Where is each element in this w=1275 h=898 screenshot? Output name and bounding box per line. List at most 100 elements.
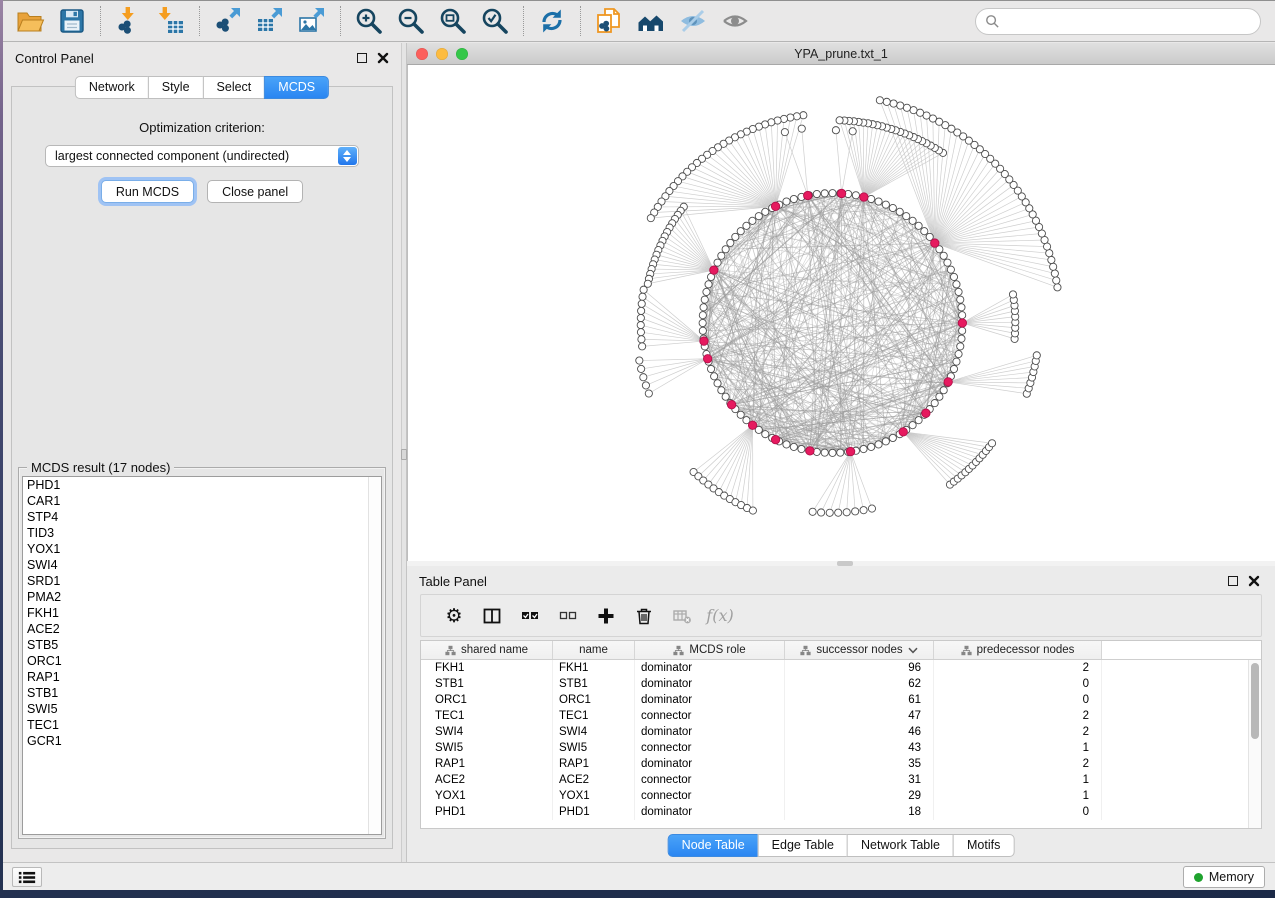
first-neighbors-button[interactable] bbox=[630, 3, 672, 39]
open-file-button[interactable] bbox=[9, 3, 51, 39]
column-header-name[interactable]: name bbox=[553, 641, 635, 659]
import-network-button[interactable] bbox=[108, 3, 150, 39]
table-row[interactable]: ACE2ACE2connector311 bbox=[421, 772, 1248, 788]
zoom-out-button[interactable] bbox=[390, 3, 432, 39]
mcds-result-item[interactable]: STB1 bbox=[23, 685, 381, 701]
mcds-result-item[interactable]: GCR1 bbox=[23, 733, 381, 749]
zoom-selected-button[interactable] bbox=[474, 3, 516, 39]
table-cell[interactable]: ACE2 bbox=[553, 772, 635, 788]
refresh-layout-button[interactable] bbox=[531, 3, 573, 39]
table-cell[interactable]: 2 bbox=[934, 756, 1102, 772]
table-cell[interactable]: FKH1 bbox=[553, 660, 635, 676]
table-cell[interactable]: FKH1 bbox=[421, 660, 553, 676]
mcds-result-item[interactable]: TEC1 bbox=[23, 717, 381, 733]
table-cell[interactable]: connector bbox=[635, 708, 785, 724]
mcds-result-item[interactable]: YOX1 bbox=[23, 541, 381, 557]
table-row[interactable]: STB1STB1dominator620 bbox=[421, 676, 1248, 692]
table-row[interactable]: FKH1FKH1dominator962 bbox=[421, 660, 1248, 676]
table-cell[interactable]: PHD1 bbox=[553, 804, 635, 820]
mcds-result-item[interactable]: SWI4 bbox=[23, 557, 381, 573]
show-columns-button[interactable] bbox=[473, 599, 511, 633]
mcds-result-item[interactable]: PMA2 bbox=[23, 589, 381, 605]
table-cell[interactable]: 1 bbox=[934, 772, 1102, 788]
table-cell[interactable]: 96 bbox=[785, 660, 934, 676]
mcds-result-item[interactable]: STB5 bbox=[23, 637, 381, 653]
table-cell[interactable]: 43 bbox=[785, 740, 934, 756]
table-cell[interactable]: 2 bbox=[934, 724, 1102, 740]
table-row[interactable]: RAP1RAP1dominator352 bbox=[421, 756, 1248, 772]
mcds-result-item[interactable]: FKH1 bbox=[23, 605, 381, 621]
table-cell[interactable]: 0 bbox=[934, 692, 1102, 708]
table-cell[interactable]: dominator bbox=[635, 660, 785, 676]
table-cell[interactable]: SWI5 bbox=[421, 740, 553, 756]
table-cell[interactable]: dominator bbox=[635, 692, 785, 708]
tab-select[interactable]: Select bbox=[203, 76, 266, 99]
tab-motifs[interactable]: Motifs bbox=[953, 834, 1014, 857]
export-table-button[interactable] bbox=[249, 3, 291, 39]
float-panel-icon[interactable] bbox=[1228, 576, 1238, 586]
hide-selected-button[interactable] bbox=[672, 3, 714, 39]
table-cell[interactable]: RAP1 bbox=[421, 756, 553, 772]
mcds-result-item[interactable]: TID3 bbox=[23, 525, 381, 541]
table-cell[interactable]: STB1 bbox=[553, 676, 635, 692]
select-all-columns-button[interactable] bbox=[511, 599, 549, 633]
search-box[interactable] bbox=[975, 8, 1261, 35]
mcds-result-item[interactable]: ORC1 bbox=[23, 653, 381, 669]
table-cell[interactable]: SWI5 bbox=[553, 740, 635, 756]
table-cell[interactable]: 61 bbox=[785, 692, 934, 708]
table-settings-button[interactable]: ⚙︎ bbox=[435, 599, 473, 633]
tab-mcds[interactable]: MCDS bbox=[264, 76, 329, 99]
table-cell[interactable]: 1 bbox=[934, 740, 1102, 756]
new-network-from-selection-button[interactable] bbox=[588, 3, 630, 39]
mcds-result-item[interactable]: RAP1 bbox=[23, 669, 381, 685]
network-canvas[interactable] bbox=[407, 65, 1275, 561]
table-cell[interactable]: 62 bbox=[785, 676, 934, 692]
table-cell[interactable]: YOX1 bbox=[421, 788, 553, 804]
mcds-result-item[interactable]: STP4 bbox=[23, 509, 381, 525]
mcds-result-item[interactable]: ACE2 bbox=[23, 621, 381, 637]
scrollbar-thumb[interactable] bbox=[1251, 663, 1259, 739]
table-cell[interactable]: dominator bbox=[635, 756, 785, 772]
table-cell[interactable]: connector bbox=[635, 772, 785, 788]
tab-style[interactable]: Style bbox=[148, 76, 204, 99]
table-cell[interactable]: STB1 bbox=[421, 676, 553, 692]
create-column-button[interactable] bbox=[587, 599, 625, 633]
table-cell[interactable]: connector bbox=[635, 740, 785, 756]
float-panel-icon[interactable] bbox=[357, 53, 367, 63]
table-cell[interactable]: 46 bbox=[785, 724, 934, 740]
memory-button[interactable]: Memory bbox=[1183, 866, 1265, 888]
delete-column-button[interactable] bbox=[625, 599, 663, 633]
table-cell[interactable]: 0 bbox=[934, 804, 1102, 820]
table-cell[interactable]: TEC1 bbox=[553, 708, 635, 724]
zoom-fit-button[interactable] bbox=[432, 3, 474, 39]
export-image-button[interactable] bbox=[291, 3, 333, 39]
mcds-list-scrollbar[interactable] bbox=[368, 477, 381, 834]
tab-node-table[interactable]: Node Table bbox=[668, 834, 759, 857]
table-row[interactable]: PHD1PHD1dominator180 bbox=[421, 804, 1248, 820]
tab-edge-table[interactable]: Edge Table bbox=[758, 834, 848, 857]
table-scrollbar[interactable] bbox=[1248, 660, 1261, 828]
table-cell[interactable]: 29 bbox=[785, 788, 934, 804]
column-header-MCDS-role[interactable]: MCDS role bbox=[635, 641, 785, 659]
table-cell[interactable]: 35 bbox=[785, 756, 934, 772]
search-input[interactable] bbox=[1000, 12, 1260, 32]
tab-network[interactable]: Network bbox=[75, 76, 149, 99]
column-header-successor-nodes[interactable]: successor nodes bbox=[785, 641, 934, 659]
table-row[interactable]: ORC1ORC1dominator610 bbox=[421, 692, 1248, 708]
table-cell[interactable]: SWI4 bbox=[421, 724, 553, 740]
table-cell[interactable]: 2 bbox=[934, 660, 1102, 676]
column-header-predecessor-nodes[interactable]: predecessor nodes bbox=[934, 641, 1102, 659]
zoom-in-button[interactable] bbox=[348, 3, 390, 39]
close-panel-button[interactable]: Close panel bbox=[207, 180, 303, 203]
table-cell[interactable]: 18 bbox=[785, 804, 934, 820]
table-cell[interactable]: dominator bbox=[635, 676, 785, 692]
table-cell[interactable]: PHD1 bbox=[421, 804, 553, 820]
mcds-result-item[interactable]: SRD1 bbox=[23, 573, 381, 589]
table-cell[interactable]: dominator bbox=[635, 804, 785, 820]
table-cell[interactable]: 47 bbox=[785, 708, 934, 724]
table-cell[interactable]: ORC1 bbox=[421, 692, 553, 708]
table-row[interactable]: SWI5SWI5connector431 bbox=[421, 740, 1248, 756]
table-cell[interactable]: 0 bbox=[934, 676, 1102, 692]
table-cell[interactable]: 1 bbox=[934, 788, 1102, 804]
table-cell[interactable]: connector bbox=[635, 788, 785, 804]
